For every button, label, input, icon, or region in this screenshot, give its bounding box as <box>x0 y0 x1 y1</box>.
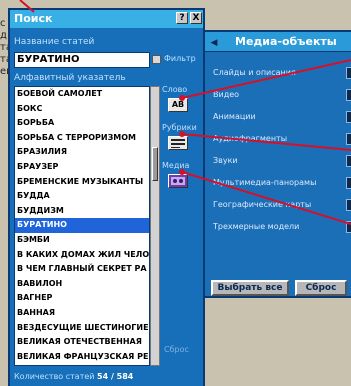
media-label: Медиа <box>162 161 190 170</box>
search-input[interactable]: БУРАТИНО <box>14 52 150 68</box>
media-row-sounds[interactable]: Звуки <box>213 150 351 172</box>
list-item[interactable]: В ЧЕМ ГЛАВНЫЙ СЕКРЕТ РА <box>15 262 149 277</box>
media-filter-icon[interactable] <box>168 174 188 188</box>
media-row-maps[interactable]: Географические карты <box>213 194 351 216</box>
list-item[interactable]: БЭМБИ <box>15 233 149 248</box>
media-row-label: Мультимедиа-панорамы <box>213 178 317 187</box>
list-item[interactable]: ВЕЛИКАЯ ФРАНЦУЗСКАЯ РЕ <box>15 350 149 365</box>
list-item[interactable]: БРАУЗЕР <box>15 160 149 175</box>
list-item[interactable]: БОРЬБА С ТЕРРОРИЗМОМ <box>15 131 149 146</box>
list-item[interactable]: ВАННАЯ <box>15 306 149 321</box>
media-row-label: Географические карты <box>213 200 312 209</box>
media-row-label: Слайды и описания <box>213 68 296 77</box>
media-row-label: Трехмерные модели <box>213 222 300 231</box>
media-window-title: Медиа-объекты <box>205 32 351 52</box>
search-window: Поиск ? X Название статей БУРАТИНО Фильт… <box>8 8 205 386</box>
list-item-selected[interactable]: БУРАТИНО <box>15 218 149 233</box>
media-row-label: Видео <box>213 90 240 99</box>
media-reset-button[interactable]: Сброс <box>295 280 347 296</box>
media-row-label: Аудиофрагменты <box>213 134 288 143</box>
article-count-label: Количество статей <box>14 372 95 381</box>
media-row-panoramas[interactable]: Мультимедиа-панорамы <box>213 172 351 194</box>
article-title-label: Название статей <box>14 37 95 47</box>
list-item[interactable]: БОРЬБА <box>15 116 149 131</box>
filter-checkbox[interactable] <box>152 55 161 64</box>
collapse-arrow-icon[interactable]: ◀ <box>209 36 219 48</box>
list-item[interactable]: БРАЗИЛИЯ <box>15 145 149 160</box>
search-reset-button[interactable]: Сброс <box>164 344 189 356</box>
media-row-label: Анимации <box>213 112 256 121</box>
article-count: Количество статей 54 / 584 <box>14 371 160 383</box>
map-icon[interactable] <box>346 199 351 211</box>
alphabetical-index-label: Алфавитный указатель <box>14 73 126 83</box>
list-item[interactable]: БОКС <box>15 102 149 117</box>
select-all-button[interactable]: Выбрать все <box>211 280 289 296</box>
rubrics-label: Рубрики <box>162 123 197 132</box>
article-count-value: 54 / 584 <box>97 372 134 381</box>
audio-icon[interactable] <box>346 133 351 145</box>
list-item[interactable]: БОЕВОЙ САМОЛЕТ <box>15 87 149 102</box>
media-row-slides[interactable]: Слайды и описания <box>213 62 351 84</box>
media-row-audio[interactable]: Аудиофрагменты <box>213 128 351 150</box>
panorama-icon[interactable] <box>346 177 351 189</box>
animation-icon[interactable] <box>346 111 351 123</box>
word-search-icon[interactable]: AB <box>168 98 188 112</box>
scrollbar-thumb[interactable] <box>152 147 158 181</box>
list-item[interactable]: ВАГНЕР <box>15 291 149 306</box>
article-list[interactable]: БОЕВОЙ САМОЛЕТ БОКС БОРЬБА БОРЬБА С ТЕРР… <box>14 86 150 366</box>
3d-icon[interactable] <box>346 221 351 233</box>
close-button[interactable]: X <box>190 12 202 24</box>
word-label: Слово <box>162 85 188 94</box>
list-item[interactable]: ВЕЛИКАЯ ОТЕЧЕСТВЕННАЯ <box>15 335 149 350</box>
help-button[interactable]: ? <box>176 12 188 24</box>
list-item[interactable]: БРЕМЕНСКИЕ МУЗЫКАНТЫ <box>15 175 149 190</box>
list-item[interactable]: В КАКИХ ДОМАХ ЖИЛ ЧЕЛОВ <box>15 248 149 263</box>
rubrics-icon[interactable] <box>168 136 188 150</box>
sound-icon[interactable] <box>346 155 351 167</box>
video-icon[interactable] <box>346 89 351 101</box>
media-row-label: Звуки <box>213 156 238 165</box>
media-row-video[interactable]: Видео <box>213 84 351 106</box>
list-item[interactable]: ВЕЗДЕСУЩИЕ ШЕСТИНОГИЕ <box>15 321 149 336</box>
slides-icon[interactable] <box>346 67 351 79</box>
search-window-title: Поиск <box>10 10 203 28</box>
rubrics-glyph-icon <box>171 139 185 148</box>
list-item[interactable]: ВАВИЛОН <box>15 277 149 292</box>
list-item[interactable]: БУДДА <box>15 189 149 204</box>
media-row-animation[interactable]: Анимации <box>213 106 351 128</box>
list-item[interactable]: БУДДИЗМ <box>15 204 149 219</box>
media-objects-window: Медиа-объекты ◀ Слайды и описания Видео … <box>203 30 351 298</box>
list-scrollbar[interactable] <box>150 86 160 366</box>
media-row-3d-models[interactable]: Трехмерные модели <box>213 216 351 238</box>
filter-label: Фильтр <box>164 54 196 63</box>
film-glyph-icon <box>171 177 185 185</box>
